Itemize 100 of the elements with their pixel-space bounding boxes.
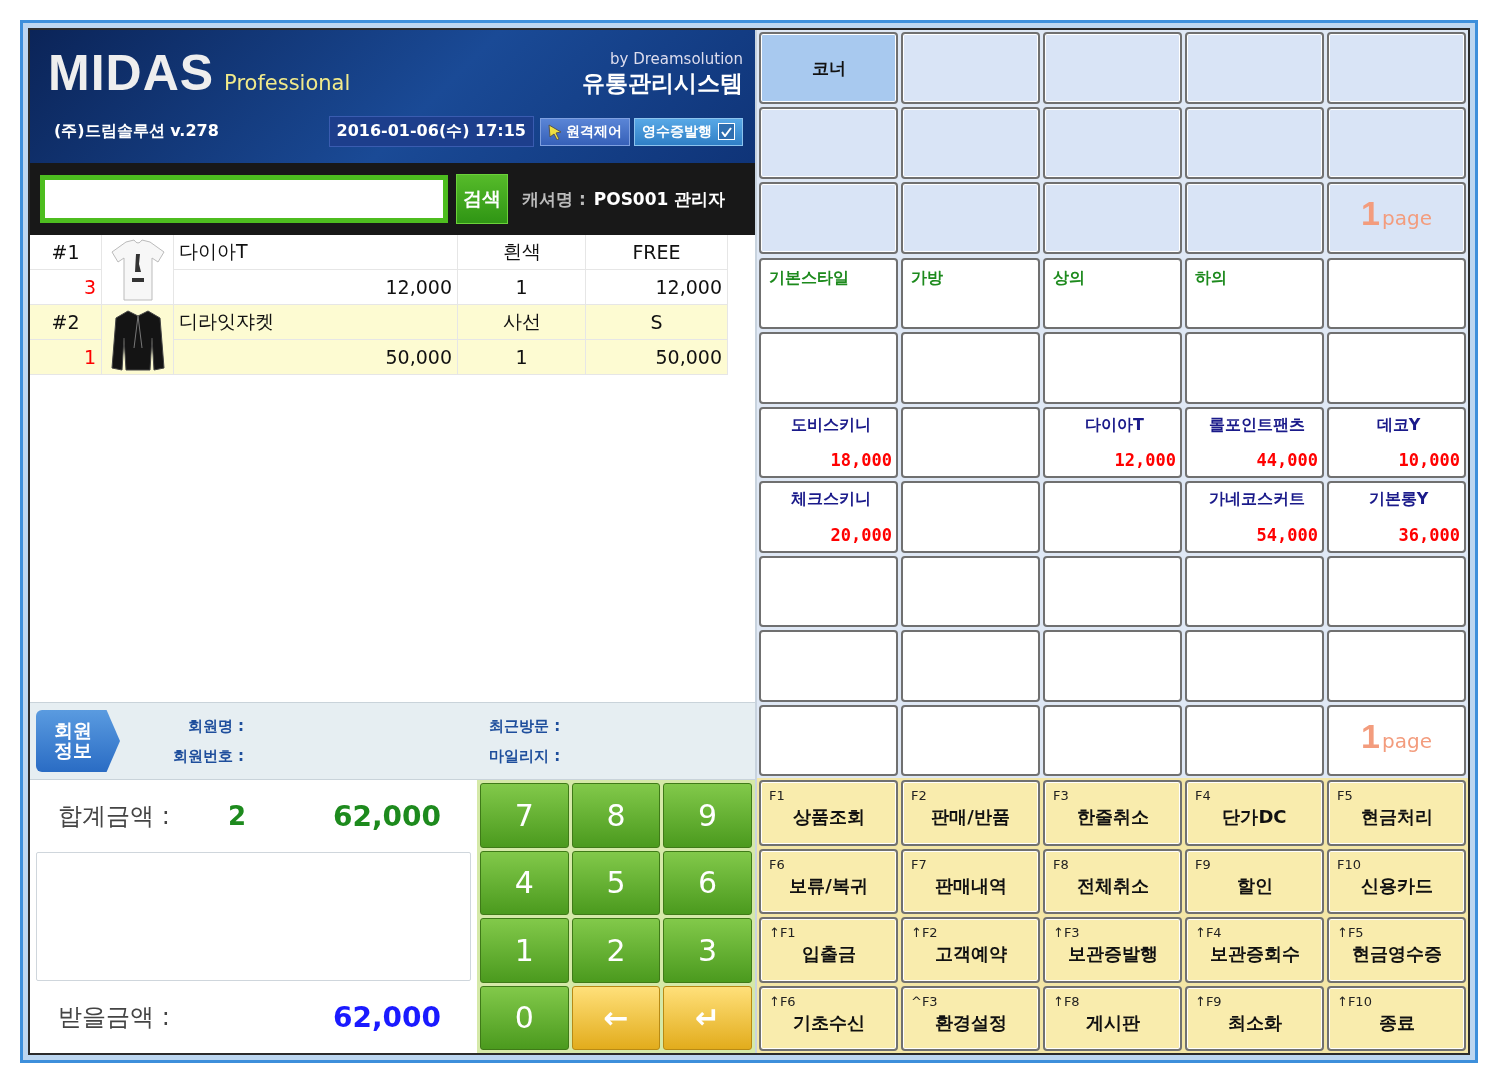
function-key[interactable]: ^F3 환경설정 [901,985,1040,1051]
product-tile[interactable]: 도비스키니 18,000 [759,406,898,479]
corner-tab[interactable]: 코너 [759,32,898,104]
function-key[interactable]: ↑F2 고객예약 [901,917,1040,983]
item-count-total: 2 [228,801,248,831]
vendor-label: by Dreamsolution [610,50,743,68]
function-key[interactable]: F1 상품조회 [759,780,898,846]
empty-tile[interactable] [1043,630,1182,702]
empty-tile[interactable] [901,32,1040,104]
member-field-label: 마일리지 : [489,746,562,766]
amount-due: 62,000 [332,1000,441,1034]
empty-tile[interactable] [1185,332,1324,404]
category-tile[interactable]: 상의 [1043,258,1182,330]
function-key[interactable]: ↑F3 보관증발행 [1043,917,1182,983]
function-key[interactable]: ↑F9 최소화 [1185,985,1324,1051]
system-title: 유통관리시스템 [582,69,743,98]
search-field[interactable] [40,175,448,223]
empty-tile[interactable] [1327,32,1466,104]
empty-tile[interactable] [901,481,1040,553]
empty-tile[interactable] [1185,555,1324,628]
product-tile[interactable]: 체크스키니 20,000 [759,481,898,553]
empty-tile[interactable] [901,630,1040,702]
product-name: 데코Y [1375,414,1422,436]
empty-tile[interactable] [759,555,898,628]
empty-tile[interactable] [1185,704,1324,776]
company-version: (주)드림솔루션 v.278 [53,121,220,142]
function-key[interactable]: F5 현금처리 [1327,780,1466,846]
empty-tile[interactable] [901,107,1040,179]
product-price: 20,000 [830,524,892,545]
product-tile[interactable]: 가네코스커트 54,000 [1185,481,1324,553]
product-tile[interactable]: 기본롱Y 36,000 [1327,481,1466,553]
empty-tile[interactable] [1043,182,1182,254]
line-amount: 50,000 [586,340,728,375]
function-key[interactable]: ↑F6 기초수신 [759,985,898,1051]
product-tile[interactable]: 다이아T 12,000 [1043,406,1182,479]
member-info-button[interactable]: 회원정보 [36,710,120,772]
empty-tile[interactable] [1185,630,1324,702]
empty-tile[interactable] [1327,332,1466,404]
empty-tile[interactable] [1043,481,1182,553]
product-name: 기본롱Y [1367,489,1430,511]
product-name: 롤포인트팬츠 [1207,414,1306,436]
empty-tile[interactable] [901,182,1040,254]
item-name: 디라잇쟈켓 [174,305,458,340]
category-tile[interactable]: 기본스타일 [759,258,898,330]
function-key[interactable]: F9 할인 [1185,848,1324,914]
empty-tile[interactable] [901,704,1040,776]
function-key[interactable]: F6 보류/복귀 [759,848,898,914]
product-price: 44,000 [1256,450,1318,471]
empty-tile[interactable] [759,107,898,179]
empty-tile[interactable] [1043,555,1182,628]
check-icon [721,126,732,137]
unit-price: 50,000 [174,340,458,375]
empty-tile[interactable] [901,332,1040,404]
empty-tile[interactable] [901,555,1040,628]
total-amount: 62,000 [332,799,441,833]
item-option: 흰색 [458,235,586,270]
item-count: 1 [458,340,586,375]
item-number: #1 [30,235,102,270]
member-field-label: 회원명 : [186,716,244,736]
category-tile[interactable]: 하의 [1185,258,1324,330]
empty-tile[interactable] [759,630,898,702]
cart-row[interactable]: #2 디라잇쟈켓 사선 S 1 50,000 1 50,000 [30,305,728,375]
empty-tile[interactable] [1185,182,1324,254]
function-key[interactable]: F4 단가DC [1185,780,1324,846]
function-key[interactable]: ↑F4 보관증회수 [1185,917,1324,983]
edition-label: Professional [224,71,351,95]
remote-control-button[interactable]: 원격제어 [540,117,630,146]
empty-tile[interactable] [1043,704,1182,776]
empty-tile[interactable] [759,332,898,404]
product-tile[interactable]: 롤포인트팬츠 44,000 [1185,406,1324,479]
empty-tile[interactable] [759,704,898,776]
category-tile[interactable]: 가방 [901,258,1040,330]
function-key[interactable]: F3 한줄취소 [1043,780,1182,846]
empty-tile[interactable] [1327,630,1466,702]
empty-tile[interactable] [1327,555,1466,628]
empty-tile[interactable] [1185,32,1324,104]
receipt-checkbox[interactable] [718,123,735,140]
empty-tile[interactable] [1043,32,1182,104]
function-key[interactable]: ↑F10 종료 [1327,985,1466,1051]
empty-tile[interactable] [759,182,898,254]
function-key[interactable]: F8 전체취소 [1043,848,1182,914]
function-key[interactable]: F7 판매내역 [901,848,1040,914]
product-tile[interactable]: 데코Y 10,000 [1327,406,1466,479]
empty-tile[interactable] [1043,332,1182,404]
function-key[interactable]: ↑F8 게시판 [1043,985,1182,1051]
function-key[interactable]: ↑F1 입출금 [759,917,898,983]
empty-tile[interactable] [1043,107,1182,179]
logo-text: MIDAS [48,44,215,102]
empty-tile[interactable] [1185,107,1324,179]
product-price: 12,000 [1114,450,1176,471]
function-key[interactable]: F10 신용카드 [1327,848,1466,914]
empty-tile[interactable] [901,406,1040,479]
amount-due-label: 받을금액 : [58,1002,171,1033]
empty-tile[interactable] [1327,258,1466,330]
function-key[interactable]: F2 판매/반품 [901,780,1040,846]
page-unit: page [1382,728,1432,753]
cursor-icon [548,123,562,140]
empty-tile[interactable] [1327,107,1466,179]
function-key[interactable]: ↑F5 현금영수증 [1327,917,1466,983]
product-price: 36,000 [1398,524,1460,545]
